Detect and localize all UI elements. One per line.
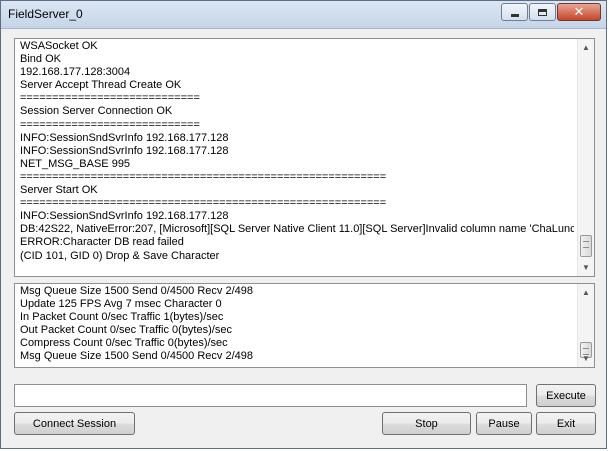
log-line: INFO:SessionSndSvrInfo 192.168.177.128 — [20, 210, 229, 223]
status-log-scrollbar[interactable]: ▲ ▼ — [577, 284, 594, 367]
log-line: ============================ — [20, 92, 200, 105]
log-line: ========================================… — [20, 197, 387, 210]
server-log-lines: WSASocket OK Bind OK 192.168.177.128:3004 S… — [20, 40, 574, 263]
log-line: INFO:SessionSndSvrInfo 192.168.177.128 — [20, 131, 229, 144]
scrollbar-thumb[interactable] — [580, 235, 592, 257]
log-line: Server Start OK — [20, 184, 98, 197]
close-icon: ✕ — [573, 4, 585, 20]
server-log-textbox[interactable]: WSASocket OK Bind OK 192.168.177.128:3004 S… — [14, 38, 595, 277]
log-line: In Packet Count 0/sec Traffic 1(bytes)/s… — [20, 311, 224, 324]
log-line: DB:42S22, NativeError:207, [Microsoft][S… — [20, 223, 574, 236]
caption-buttons: ✕ — [500, 3, 601, 23]
log-line: ========================================… — [20, 170, 387, 183]
log-line: Msg Queue Size 1500 Send 0/4500 Recv 2/4… — [20, 285, 253, 297]
scroll-up-icon[interactable]: ▲ — [578, 284, 594, 301]
log-line: Compress Count 0/sec Traffic 0(bytes)/se… — [20, 337, 228, 350]
log-line: Out Packet Count 0/sec Traffic 0(bytes)/… — [20, 324, 232, 337]
fieldserver-window: FieldServer_0 ✕ WSASocket OK Bind OK 192.1… — [0, 0, 607, 449]
log-line: INFO:SessionSndSvrInfo 192.168.177.128 — [20, 144, 229, 157]
log-line: NET_MSG_BASE 995 — [20, 157, 131, 170]
exit-button[interactable]: Exit — [536, 412, 596, 435]
log-line: Bind OK — [20, 53, 61, 66]
log-line: Msg Queue Size 1500 Send 0/4500 Recv 2/4… — [20, 350, 253, 363]
log-line: WSASocket OK — [20, 40, 98, 52]
maximize-icon — [538, 8, 547, 16]
pause-button[interactable]: Pause — [476, 412, 532, 435]
minimize-icon — [510, 13, 519, 17]
close-button[interactable]: ✕ — [557, 3, 601, 21]
log-line: Session Server Connection OK — [20, 105, 173, 118]
scroll-up-icon[interactable]: ▲ — [578, 39, 594, 56]
stop-button[interactable]: Stop — [382, 412, 471, 435]
minimize-button[interactable] — [501, 3, 528, 21]
log-line: Server Accept Thread Create OK — [20, 79, 182, 92]
execute-button[interactable]: Execute — [536, 384, 596, 407]
window-title: FieldServer_0 — [8, 7, 83, 21]
log-line: (CID 101, GID 0) Drop & Save Character — [20, 249, 220, 262]
log-line: ERROR:Character DB read failed — [20, 236, 184, 249]
log-line: Update 125 FPS Avg 7 msec Character 0 — [20, 298, 222, 311]
server-log-scrollbar[interactable]: ▲ ▼ — [577, 39, 594, 276]
scroll-down-icon[interactable]: ▼ — [578, 259, 594, 276]
command-input[interactable] — [14, 384, 527, 407]
log-line: ============================ — [20, 118, 200, 131]
connect-session-button[interactable]: Connect Session — [14, 412, 135, 435]
maximize-button[interactable] — [529, 3, 556, 21]
log-line: 192.168.177.128:3004 — [20, 66, 131, 79]
title-bar[interactable]: FieldServer_0 ✕ — [1, 1, 606, 29]
scroll-down-icon[interactable]: ▼ — [578, 350, 594, 367]
status-log-textbox[interactable]: Msg Queue Size 1500 Send 0/4500 Recv 2/4… — [14, 283, 595, 368]
status-log-lines: Msg Queue Size 1500 Send 0/4500 Recv 2/4… — [20, 285, 574, 364]
